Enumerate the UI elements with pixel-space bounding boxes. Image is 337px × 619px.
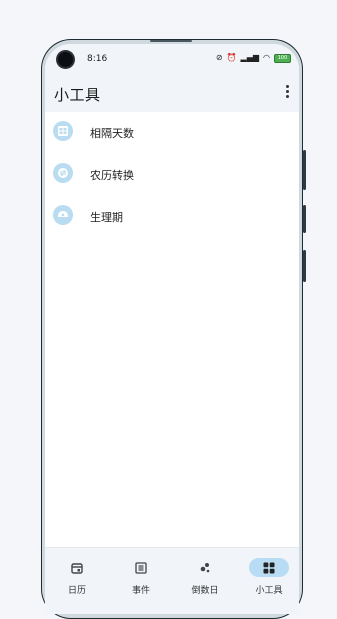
battery-icon: 100 xyxy=(274,53,291,63)
tool-item-lunar-convert[interactable]: 农历转换 xyxy=(45,156,299,198)
convert-icon xyxy=(53,163,73,183)
app-screen: 8:16 ⊘ ⏰ ▂▄▆ ◠ 100 小工具 相隔天数 农历转换 生理期 日历 … xyxy=(45,44,299,614)
wifi-icon: ◠ xyxy=(263,53,270,62)
tool-list: 相隔天数 农历转换 生理期 xyxy=(45,114,299,240)
volume-down-button xyxy=(303,205,306,233)
apps-icon xyxy=(263,562,275,574)
volume-up-button xyxy=(303,150,306,190)
nav-item-tools[interactable]: 小工具 xyxy=(239,553,299,596)
do-not-disturb-icon: ⊘ xyxy=(215,53,223,62)
tool-item-label: 生理期 xyxy=(90,211,123,224)
status-time: 8:16 xyxy=(87,54,108,64)
more-options-icon[interactable] xyxy=(283,84,291,100)
nav-item-countdown[interactable]: 倒数日 xyxy=(175,553,235,596)
list-icon xyxy=(135,562,147,574)
app-bar: 小工具 xyxy=(45,74,299,112)
nav-label: 日历 xyxy=(67,586,86,596)
nav-label: 事件 xyxy=(131,586,150,596)
tool-item-days-between[interactable]: 相隔天数 xyxy=(45,114,299,156)
bottom-navigation: 日历 事件 倒数日 小工具 xyxy=(45,547,299,614)
signal-icon: ▂▄▆ xyxy=(240,53,260,62)
power-button xyxy=(303,250,306,282)
tool-item-label: 相隔天数 xyxy=(90,127,134,140)
nav-item-events[interactable]: 事件 xyxy=(111,553,171,596)
earpiece-speaker xyxy=(150,40,192,42)
nav-label: 倒数日 xyxy=(191,586,219,596)
front-camera xyxy=(58,52,73,67)
status-bar: 8:16 ⊘ ⏰ ▂▄▆ ◠ 100 xyxy=(45,44,299,74)
nav-label: 小工具 xyxy=(255,586,283,596)
status-icons: ⊘ ⏰ ▂▄▆ ◠ 100 xyxy=(216,53,291,63)
calendar-icon xyxy=(71,563,83,574)
tool-item-period[interactable]: 生理期 xyxy=(45,198,299,240)
cycle-icon xyxy=(53,205,73,225)
calendar-grid-icon xyxy=(53,121,73,141)
countdown-icon xyxy=(200,563,210,573)
tool-item-label: 农历转换 xyxy=(90,169,134,182)
nav-item-calendar[interactable]: 日历 xyxy=(47,553,107,596)
page-title: 小工具 xyxy=(54,86,101,104)
alarm-icon: ⏰ xyxy=(226,53,237,62)
